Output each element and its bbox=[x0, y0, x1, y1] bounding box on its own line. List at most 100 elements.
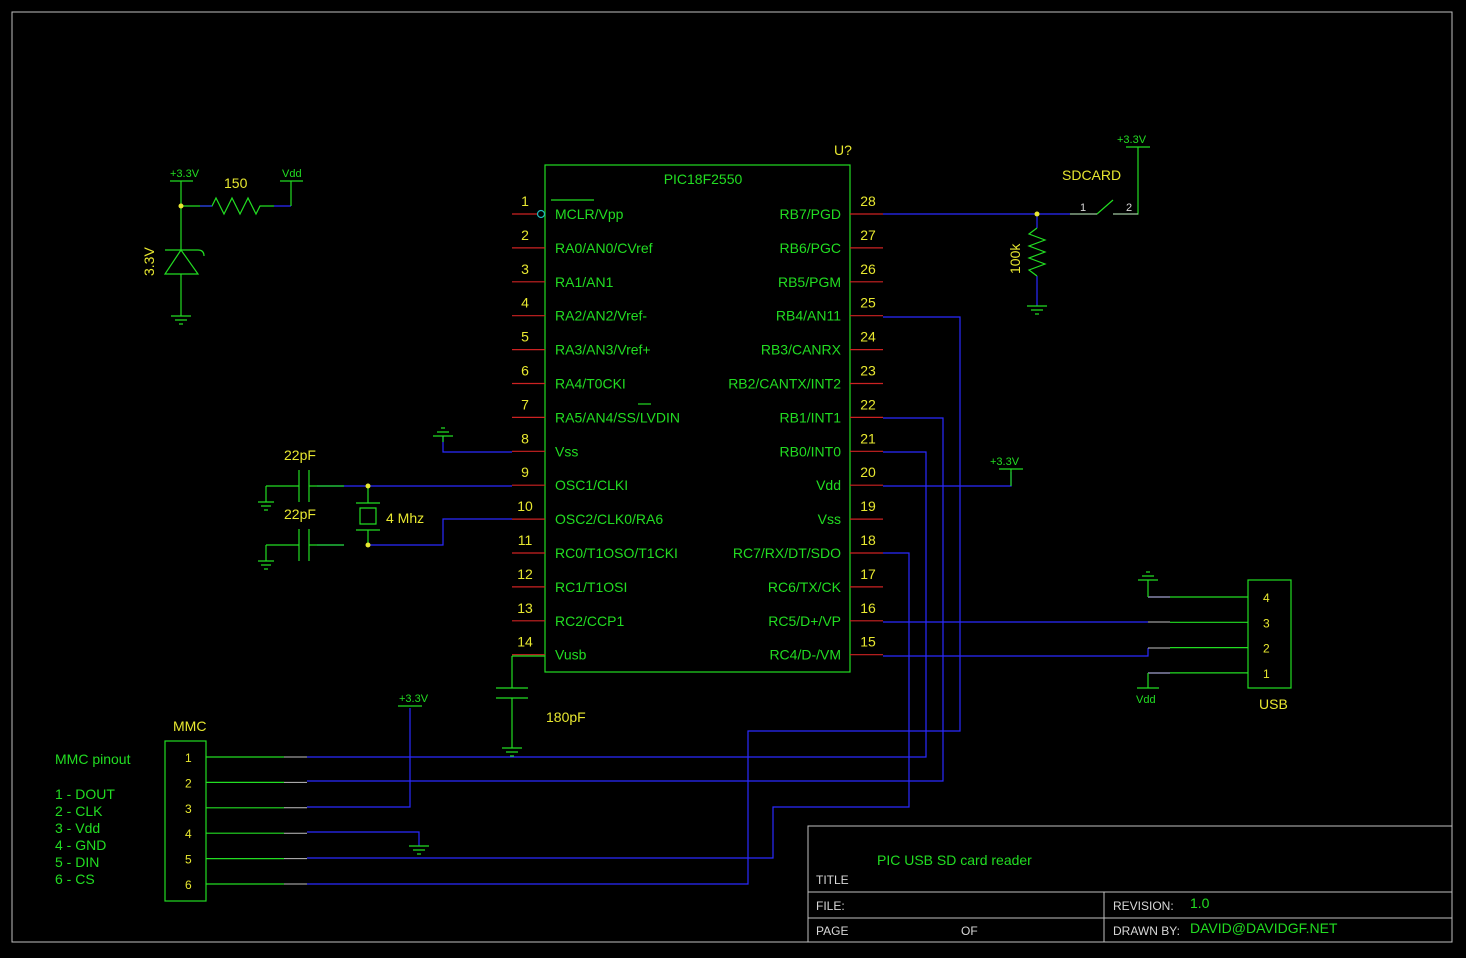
power-3v3-label-sd: +3.3V bbox=[1117, 134, 1147, 146]
vusb-capacitor: 180pF bbox=[496, 655, 586, 757]
mcu-pin-name: Vss bbox=[555, 443, 578, 459]
mcu-pin-name: RA0/AN0/CVref bbox=[555, 240, 653, 256]
mcu-pin-number: 24 bbox=[860, 329, 876, 345]
sdcard-label: SDCARD bbox=[1062, 167, 1121, 183]
sdcard-section: SDCARD 1 2 +3.3V 100k +3.3V bbox=[990, 134, 1150, 486]
mcu-pin-number: 19 bbox=[860, 498, 876, 514]
mcu-pin-number: 2 bbox=[521, 227, 529, 243]
mmc-pinout-notes: MMC pinout 1 - DOUT 2 - CLK 3 - Vdd 4 - … bbox=[55, 751, 131, 887]
mcu-pin-name: RC5/D+/VP bbox=[768, 613, 841, 629]
mcu-pin-number: 25 bbox=[860, 295, 876, 311]
mmc-pinout-line: 2 - CLK bbox=[55, 803, 103, 819]
mcu-pin-number: 17 bbox=[860, 566, 876, 582]
mcu-pin-number: 4 bbox=[521, 295, 529, 311]
power-supply: +3.3V 150 Vdd 3.3V bbox=[141, 168, 303, 325]
mmc-pinout-line: 3 - Vdd bbox=[55, 820, 100, 836]
junction-dot bbox=[178, 203, 184, 209]
junction-dot bbox=[365, 483, 371, 489]
mcu-pin-name: MCLR/Vpp bbox=[555, 206, 624, 222]
mcu-pin-name: RC1/T1OSI bbox=[555, 579, 627, 595]
mcu-pin-name: RC2/CCP1 bbox=[555, 613, 624, 629]
mcu-pin-name: OSC1/CLKI bbox=[555, 477, 628, 493]
mcu-pin-name: RB1/INT1 bbox=[780, 409, 842, 425]
junction-dot bbox=[365, 542, 371, 548]
revision-label: REVISION: bbox=[1113, 899, 1174, 913]
mcu-pin-number: 23 bbox=[860, 363, 876, 379]
mcu-pin-name: RB2/CANTX/INT2 bbox=[728, 376, 841, 392]
mcu-pin-number: 20 bbox=[860, 464, 876, 480]
vdd-label-top: Vdd bbox=[282, 168, 302, 180]
mcu-pin-name: RB0/INT0 bbox=[780, 443, 842, 459]
mcu-pin-name: Vdd bbox=[816, 477, 841, 493]
mcu-pin-name: RC4/D-/VM bbox=[769, 647, 841, 663]
cap-180pf-label: 180pF bbox=[546, 709, 586, 725]
mcu-pin-name: RC7/RX/DT/SDO bbox=[733, 545, 841, 561]
mcu-pin-name: RA2/AN2/Vref- bbox=[555, 308, 647, 324]
drawn-by-label: DRAWN BY: bbox=[1113, 924, 1180, 938]
mmc-pin-number: 1 bbox=[185, 751, 192, 765]
mclr-inversion-bubble bbox=[536, 209, 546, 219]
title-block: PIC USB SD card reader TITLE FILE: PAGE … bbox=[807, 825, 1452, 942]
mcu-pin-number: 8 bbox=[521, 430, 529, 446]
mcu-ref-designator: U? bbox=[834, 142, 852, 158]
mmc-pin-number: 5 bbox=[185, 853, 192, 867]
mcu-pin-name: RA1/AN1 bbox=[555, 274, 614, 290]
mcu-pin-number: 26 bbox=[860, 261, 876, 277]
crystal-label: 4 Mhz bbox=[386, 510, 424, 526]
page-label: PAGE bbox=[816, 924, 848, 938]
mcu-pin-number: 27 bbox=[860, 227, 876, 243]
sdcard-pin2: 2 bbox=[1126, 202, 1132, 214]
mcu-pin-number: 13 bbox=[517, 600, 533, 616]
usb-label: USB bbox=[1259, 696, 1288, 712]
mmc-pin-number: 3 bbox=[185, 802, 192, 816]
mcu-pin-number: 28 bbox=[860, 193, 876, 209]
mmc-connector: MMC 1 2 3 4 5 6 +3.3V bbox=[164, 693, 429, 902]
mcu-part-name: PIC18F2550 bbox=[664, 171, 743, 187]
sdcard-pin1: 1 bbox=[1080, 202, 1086, 214]
usb-pin-number: 1 bbox=[1263, 667, 1270, 681]
file-label: FILE: bbox=[816, 899, 845, 913]
mmc-pinout-line: 4 - GND bbox=[55, 837, 106, 853]
mcu-pin-name: RB4/AN11 bbox=[776, 308, 841, 324]
mcu-pin-number: 9 bbox=[521, 464, 529, 480]
mcu-pin-number: 16 bbox=[860, 600, 876, 616]
revision-value: 1.0 bbox=[1190, 895, 1210, 911]
zener-diode-label: 3.3V bbox=[141, 247, 157, 276]
mcu-pin-number: 7 bbox=[521, 396, 529, 412]
mcu-pin-name: RA3/AN3/Vref+ bbox=[555, 342, 651, 358]
usb-connector: USB 4 3 2 1 Vdd bbox=[1136, 571, 1292, 712]
mcu-pin-number: 18 bbox=[860, 532, 876, 548]
mcu-pin-number: 14 bbox=[517, 634, 533, 650]
title-label: TITLE bbox=[816, 873, 849, 887]
mmc-pinout-line: 1 - DOUT bbox=[55, 786, 115, 802]
power-3v3-label-top: +3.3V bbox=[170, 168, 200, 180]
cap-22pf-bottom-label: 22pF bbox=[284, 506, 316, 522]
mcu-pic18f2550: PIC18F2550 U? 1 MCLR/Vpp 2 RA0/AN0/CVref 3 RA… bbox=[512, 142, 883, 673]
of-label: OF bbox=[961, 924, 978, 938]
mcu-pin-number: 1 bbox=[521, 193, 529, 209]
mmc-pinout-line: 5 - DIN bbox=[55, 854, 99, 870]
mmc-pinout-line: 6 - CS bbox=[55, 871, 95, 887]
mcu-pin-name: RC0/T1OSO/T1CKI bbox=[555, 545, 678, 561]
mcu-pin-number: 21 bbox=[860, 430, 876, 446]
mmc-pin-number: 2 bbox=[185, 776, 192, 790]
mcu-pin-number: 10 bbox=[517, 498, 533, 514]
usb-pin-number: 4 bbox=[1263, 591, 1270, 605]
mcu-pin-name: RC6/TX/CK bbox=[768, 579, 842, 595]
mcu-pin-name: RB5/PGM bbox=[778, 274, 841, 290]
mcu-pin-number: 6 bbox=[521, 363, 529, 379]
mcu-pin-name: RB6/PGC bbox=[780, 240, 841, 256]
mcu-pin-number: 12 bbox=[517, 566, 533, 582]
resistor-100k-label: 100k bbox=[1007, 243, 1023, 274]
mcu-pin-name: RB7/PGD bbox=[780, 206, 841, 222]
mcu-pin-name: RA5/AN4/SS/LVDIN bbox=[555, 409, 680, 425]
drawn-by-value: DAVID@DAVIDGF.NET bbox=[1190, 920, 1338, 936]
mcu-pin-number: 3 bbox=[521, 261, 529, 277]
mcu-pin-name: Vss bbox=[818, 511, 841, 527]
usb-pin-number: 2 bbox=[1263, 642, 1270, 656]
power-3v3-label-mmc: +3.3V bbox=[399, 693, 429, 705]
mcu-pin-number: 15 bbox=[860, 634, 876, 650]
mcu-pin-number: 5 bbox=[521, 329, 529, 345]
mmc-label: MMC bbox=[173, 718, 206, 734]
mcu-pin-name: Vusb bbox=[555, 647, 587, 663]
